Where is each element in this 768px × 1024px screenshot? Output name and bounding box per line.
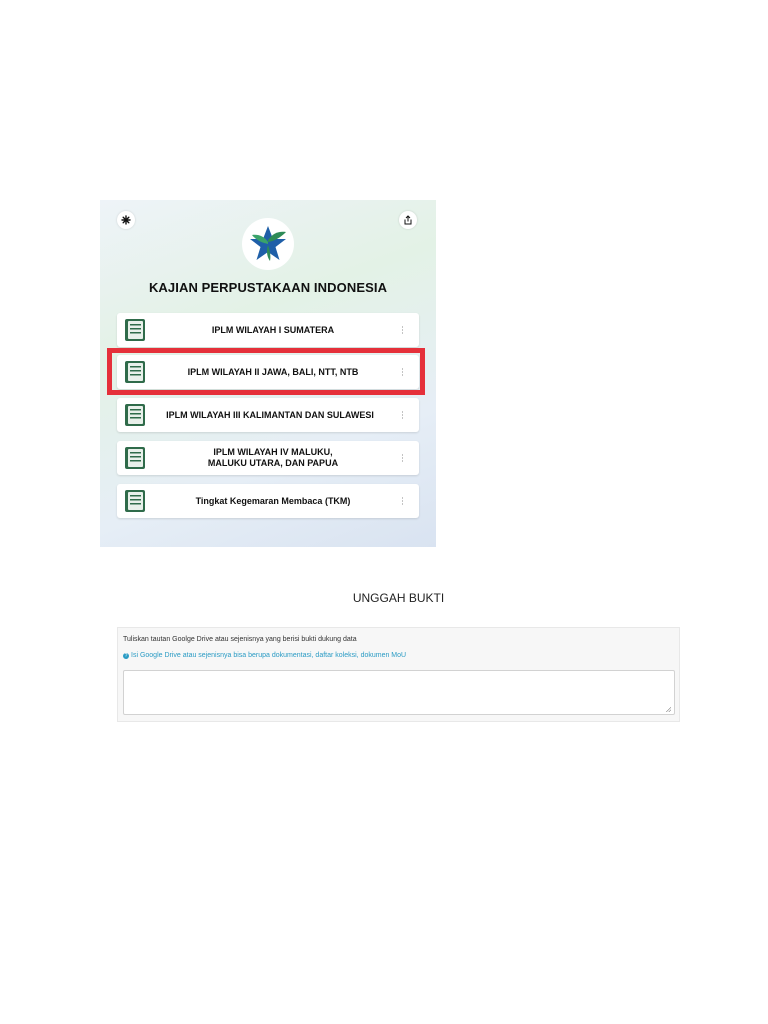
menu-item-wilayah-2[interactable]: IPLM WILAYAH II JAWA, BALI, NTT, NTB ··· xyxy=(117,355,419,389)
menu-item-wilayah-3[interactable]: IPLM WILAYAH III KALIMANTAN DAN SULAWESI… xyxy=(117,398,419,432)
more-options-icon[interactable]: ··· xyxy=(398,326,408,335)
upload-form-panel: Tuliskan tautan Goolge Drive atau sejeni… xyxy=(117,627,680,722)
star-logo-icon xyxy=(250,226,286,261)
evidence-help: ? Isi Google Drive atau sejenisnya bisa b… xyxy=(123,652,406,659)
book-icon xyxy=(125,361,145,383)
book-icon xyxy=(125,490,145,512)
sparkle-button[interactable] xyxy=(117,211,135,229)
menu-item-label: IPLM WILAYAH IV MALUKU, MALUKU UTARA, DA… xyxy=(117,447,419,469)
menu-item-wilayah-4[interactable]: IPLM WILAYAH IV MALUKU, MALUKU UTARA, DA… xyxy=(117,441,419,475)
book-icon xyxy=(125,447,145,469)
menu-item-label: IPLM WILAYAH III KALIMANTAN DAN SULAWESI xyxy=(166,409,374,420)
more-options-icon[interactable]: ··· xyxy=(398,497,408,506)
more-options-icon[interactable]: ··· xyxy=(398,368,408,377)
menu-item-label-line2: MALUKU UTARA, DAN PAPUA xyxy=(207,458,339,468)
evidence-help-text: Isi Google Drive atau sejenisnya bisa be… xyxy=(131,652,407,659)
menu-item-wilayah-1[interactable]: IPLM WILAYAH I SUMATERA ··· xyxy=(117,313,419,347)
menu-item-label: IPLM WILAYAH II JAWA, BALI, NTT, NTB xyxy=(187,366,359,377)
section-heading: UNGGAH BUKTI xyxy=(352,591,445,605)
share-button[interactable] xyxy=(399,211,417,229)
book-icon xyxy=(125,404,145,426)
share-icon xyxy=(404,215,412,225)
sparkle-icon xyxy=(121,215,131,225)
logo xyxy=(242,218,294,270)
question-circle-icon: ? xyxy=(123,653,129,659)
app-title: KAJIAN PERPUSTAKAAN INDONESIA xyxy=(148,280,388,295)
menu-item-tkm[interactable]: Tingkat Kegemaran Membaca (TKM) ··· xyxy=(117,484,419,518)
menu-item-label: Tingkat Kegemaran Membaca (TKM) xyxy=(195,495,351,506)
book-icon xyxy=(125,319,145,341)
evidence-label: Tuliskan tautan Goolge Drive atau sejeni… xyxy=(123,636,357,643)
resize-handle[interactable] xyxy=(666,707,671,712)
menu-item-label-line1: IPLM WILAYAH IV MALUKU, xyxy=(213,447,333,457)
app-screenshot: KAJIAN PERPUSTAKAAN INDONESIA IPLM WILAY… xyxy=(100,200,436,547)
more-options-icon[interactable]: ··· xyxy=(398,454,408,463)
menu-item-label: IPLM WILAYAH I SUMATERA xyxy=(211,324,335,335)
more-options-icon[interactable]: ··· xyxy=(398,411,408,420)
evidence-link-input[interactable] xyxy=(123,670,675,715)
